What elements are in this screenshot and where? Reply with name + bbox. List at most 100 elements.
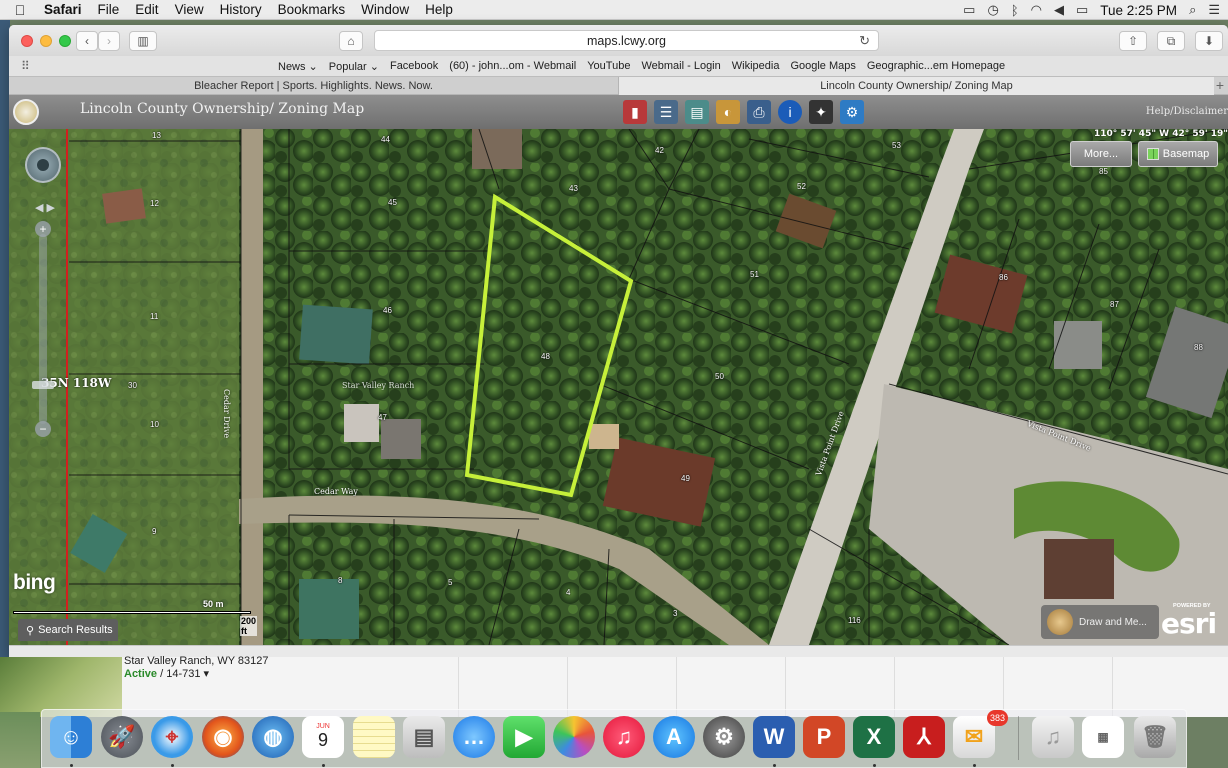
parcel-label[interactable]: 11 <box>150 312 158 321</box>
airplay-icon[interactable]: ▭ <box>963 2 975 18</box>
print-icon[interactable]: ⎙ <box>747 100 771 124</box>
itunes-icon[interactable]: ♫ <box>603 716 645 758</box>
favorite-popular[interactable]: Popular ⌄ <box>329 60 379 73</box>
pan-control[interactable] <box>25 147 61 183</box>
microsoft-excel-icon[interactable]: X <box>853 716 895 758</box>
parcel-label[interactable]: 45 <box>388 198 397 207</box>
parcel-label[interactable]: 88 <box>1194 343 1203 352</box>
forward-button[interactable]: › <box>98 31 120 51</box>
parcel-label[interactable]: 12 <box>150 199 159 208</box>
favorite-google-maps[interactable]: Google Maps <box>790 60 855 73</box>
chevron-down-icon[interactable]: ▾ <box>204 668 210 680</box>
share-button[interactable]: ⇧ <box>1119 31 1147 51</box>
identify-tool-icon[interactable]: ✦ <box>809 100 833 124</box>
menu-edit[interactable]: Edit <box>127 2 166 17</box>
favorite-news[interactable]: News ⌄ <box>278 60 318 73</box>
favorite-wikipedia[interactable]: Wikipedia <box>732 60 780 73</box>
parcel-label[interactable]: 52 <box>797 182 806 191</box>
minimize-window-button[interactable] <box>40 35 52 47</box>
notes-icon[interactable] <box>353 716 395 758</box>
help-disclaimer-link[interactable]: Help/Disclaimer <box>1146 106 1228 117</box>
bluetooth-icon[interactable]: ᛒ <box>1011 3 1019 18</box>
favorite-webmail-inbox[interactable]: (60) - john...om - Webmail <box>449 60 576 73</box>
listing-photo[interactable] <box>0 657 122 717</box>
volume-icon[interactable]: ◀ <box>1054 2 1064 18</box>
zoom-out-button[interactable]: − <box>35 421 51 437</box>
trash-icon[interactable]: 🗑 <box>1134 716 1176 758</box>
favorite-webmail-login[interactable]: Webmail - Login <box>641 60 720 73</box>
parcel-label[interactable]: 48 <box>541 352 550 361</box>
safari-icon[interactable]: ⌖ <box>151 716 193 758</box>
preview-icon[interactable]: ▤ <box>403 716 445 758</box>
basemap-button[interactable]: Basemap <box>1138 141 1218 167</box>
parcel-label[interactable]: 13 <box>152 131 161 140</box>
system-preferences-icon[interactable]: ⚙ <box>703 716 745 758</box>
draw-palette-icon[interactable]: ◐ <box>716 100 740 124</box>
close-window-button[interactable] <box>21 35 33 47</box>
parcel-label[interactable]: 47 <box>378 413 387 422</box>
menu-help[interactable]: Help <box>417 2 461 17</box>
menu-file[interactable]: File <box>90 2 128 17</box>
tab-bleacher-report[interactable]: Bleacher Report | Sports. Highlights. Ne… <box>9 77 619 95</box>
favorite-facebook[interactable]: Facebook <box>390 60 438 73</box>
parcel-label[interactable]: 46 <box>383 306 392 315</box>
messages-icon[interactable]: … <box>453 716 495 758</box>
calendar-icon[interactable]: JUN 9 <box>302 716 344 758</box>
tab-lincoln-county-map[interactable]: Lincoln County Ownership/ Zoning Map <box>619 77 1214 95</box>
layer-list-icon[interactable]: ☰ <box>654 100 678 124</box>
parcel-label[interactable]: 5 <box>448 578 452 587</box>
query-tool-icon[interactable]: ⚙ <box>840 100 864 124</box>
wifi-icon[interactable]: ◠ <box>1031 2 1042 18</box>
notification-center-icon[interactable]: ☰ <box>1208 2 1220 18</box>
time-machine-icon[interactable]: ◷ <box>987 2 998 18</box>
map-view[interactable]: 13 12 11 10 9 30 44 45 46 47 48 43 42 52… <box>9 129 1228 645</box>
parcel-label[interactable]: 43 <box>569 184 578 193</box>
parcel-label[interactable]: 10 <box>150 420 159 429</box>
parcel-label[interactable]: 116 <box>848 616 861 625</box>
menu-history[interactable]: History <box>212 2 270 17</box>
listing-id[interactable]: / 14-731 <box>160 668 200 680</box>
parcel-label[interactable]: 87 <box>1110 300 1119 309</box>
app-store-icon[interactable]: A <box>653 716 695 758</box>
info-icon[interactable]: i <box>778 100 802 124</box>
parcel-label[interactable]: 85 <box>1099 167 1108 176</box>
finder-icon[interactable]: ☺ <box>50 716 92 758</box>
show-tabs-button[interactable]: ⧉ <box>1157 31 1185 51</box>
parcel-label[interactable]: 30 <box>128 381 137 390</box>
home-button[interactable]: ⌂ <box>339 31 363 51</box>
back-button[interactable]: ‹ <box>76 31 98 51</box>
google-earth-icon[interactable]: ◍ <box>252 716 294 758</box>
zoom-slider[interactable] <box>39 234 47 424</box>
photos-icon[interactable] <box>553 716 595 758</box>
menu-view[interactable]: View <box>167 2 212 17</box>
parcel-label[interactable]: 8 <box>338 576 342 585</box>
battery-icon[interactable]: ▭ <box>1076 2 1088 18</box>
spotlight-search-icon[interactable]: ⌕ <box>1189 2 1196 18</box>
top-sites-grid-icon[interactable]: ⠿ <box>21 59 30 73</box>
menu-window[interactable]: Window <box>353 2 417 17</box>
parcel-label[interactable]: 42 <box>655 146 664 155</box>
firefox-icon[interactable]: ◉ <box>202 716 244 758</box>
parcel-label[interactable]: 44 <box>381 135 390 144</box>
zoom-slider-thumb[interactable] <box>32 381 54 389</box>
parcel-label[interactable]: 9 <box>152 527 156 536</box>
draw-and-measure-widget[interactable]: Draw and Me... <box>1041 605 1159 639</box>
new-tab-icon[interactable]: + <box>1216 77 1224 93</box>
reload-icon[interactable]: ↻ <box>859 33 870 49</box>
downloads-stack-icon[interactable]: ▦ <box>1082 716 1124 758</box>
more-button[interactable]: More... <box>1070 141 1132 167</box>
search-results-tab[interactable]: ⚲ Search Results <box>18 619 118 641</box>
launchpad-icon[interactable]: 🚀 <box>101 716 143 758</box>
adobe-reader-icon[interactable]: ⅄ <box>903 716 945 758</box>
parcel-label[interactable]: 3 <box>673 609 677 618</box>
parcel-label[interactable]: 86 <box>999 273 1008 282</box>
downloads-button[interactable]: ⬇ <box>1195 31 1223 51</box>
extent-history-arrows[interactable]: ◀ ▶ <box>35 201 61 215</box>
parcel-label[interactable]: 49 <box>681 474 690 483</box>
bookmark-tool-icon[interactable]: ▮ <box>623 100 647 124</box>
favorite-geographic-homepage[interactable]: Geographic...em Homepage <box>867 60 1005 73</box>
address-bar[interactable]: maps.lcwy.org ↻ <box>374 30 879 51</box>
apple-icon[interactable]:  <box>0 2 40 18</box>
parcel-label[interactable]: 4 <box>566 588 570 597</box>
facetime-icon[interactable]: ▶ <box>503 716 545 758</box>
